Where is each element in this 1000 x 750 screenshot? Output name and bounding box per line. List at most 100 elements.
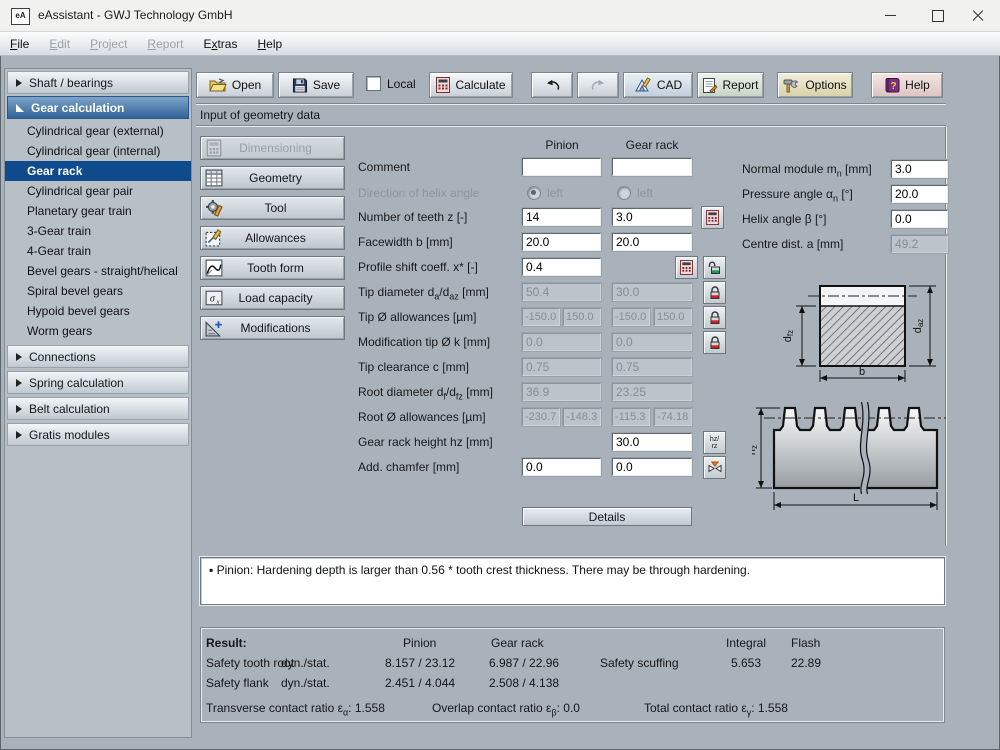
root-allowances-rack-lower-input — [612, 408, 650, 426]
modification-tip-label: Modification tip Ø k [mm] — [358, 335, 491, 349]
svg-text:?: ? — [891, 81, 897, 92]
hz-rz-toggle-button[interactable]: hz/rz — [703, 431, 726, 454]
comment-pinion-input[interactable] — [522, 158, 601, 176]
root-diameter-rack-input — [612, 383, 692, 401]
lock-open-icon — [708, 261, 720, 274]
tip-clearance-rack-input — [612, 358, 692, 376]
pressure-angle-input[interactable] — [891, 185, 948, 203]
collapsed-triangle-icon — [16, 378, 22, 387]
tip-diameter-label: Tip diameter da/daz [mm] — [358, 285, 489, 302]
titlebar[interactable]: eA eAssistant - GWJ Technology GmbH — [0, 0, 1000, 32]
safety-flank-pinion: 2.451 / 4.044 — [385, 676, 456, 690]
modifications-button[interactable]: Modifications — [200, 316, 345, 340]
sidebar-item-cylindrical-gear-pair[interactable]: Cylindrical gear pair — [5, 181, 191, 201]
sidebar-item-3-gear-train[interactable]: 3-Gear train — [5, 221, 191, 241]
app-window: { "window": { "title": "eAssistant - GWJ… — [0, 0, 1000, 750]
help-button[interactable]: ? Help — [871, 72, 943, 98]
teeth-rack-input[interactable] — [612, 208, 692, 226]
cad-icon — [634, 77, 651, 92]
hz-rz-icon: hz/rz — [709, 435, 720, 450]
tip-allowances-lock-button[interactable] — [703, 306, 726, 329]
comment-rack-input[interactable] — [612, 158, 692, 176]
calculate-button[interactable]: Calculate — [429, 72, 513, 98]
tip-allowances-label: Tip Ø allowances [µm] — [358, 310, 477, 324]
sidebar-section-spring-calculation[interactable]: Spring calculation — [7, 371, 189, 394]
save-button[interactable]: Save — [278, 72, 354, 98]
sidebar-item-cylindrical-gear-external[interactable]: Cylindrical gear (external) — [5, 121, 191, 141]
profile-shift-pinion-input[interactable] — [522, 258, 601, 276]
teeth-label: Number of teeth z [-] — [358, 210, 468, 224]
rack-height-input[interactable] — [612, 433, 692, 451]
chamfer-pinion-input[interactable] — [522, 458, 601, 476]
sidebar-section-shaft-bearings[interactable]: Shaft / bearings — [7, 71, 189, 94]
menu-extras[interactable]: Extras — [193, 35, 247, 53]
sidebar-item-planetary-gear-train[interactable]: Planetary gear train — [5, 201, 191, 221]
teeth-calculator-button[interactable] — [701, 206, 724, 229]
chamfer-rack-input[interactable] — [612, 458, 692, 476]
sidebar-item-cylindrical-gear-internal[interactable]: Cylindrical gear (internal) — [5, 141, 191, 161]
tooth-form-icon — [205, 259, 223, 277]
svg-text:x: x — [215, 299, 219, 306]
facewidth-label: Facewidth b [mm] — [358, 235, 453, 249]
allowances-button[interactable]: Allowances — [200, 226, 345, 250]
helix-angle-input[interactable] — [891, 210, 948, 228]
redo-icon — [591, 79, 604, 90]
safety-scuffing-label: Safety scuffing — [600, 656, 679, 670]
svg-text:hz: hz — [752, 445, 759, 455]
menu-file[interactable]: File — [0, 35, 39, 53]
normal-module-label: Normal module mn [mm] — [742, 162, 872, 179]
centre-distance-input — [891, 235, 948, 253]
sidebar-item-spiral-bevel-gears[interactable]: Spiral bevel gears — [5, 281, 191, 301]
tool-icon — [206, 200, 223, 217]
menu-project: Project — [90, 36, 128, 51]
menu-help[interactable]: Help — [247, 35, 292, 53]
geometry-button[interactable]: Geometry — [200, 166, 345, 190]
sidebar-section-gear-calculation[interactable]: Gear calculation — [7, 96, 189, 119]
options-button[interactable]: Options — [777, 72, 853, 98]
sidebar-section-connections[interactable]: Connections — [7, 345, 189, 368]
facewidth-pinion-input[interactable] — [522, 233, 601, 251]
modification-tip-lock-button[interactable] — [703, 331, 726, 354]
teeth-pinion-input[interactable] — [522, 208, 601, 226]
sidebar-item-gear-rack[interactable]: Gear rack — [5, 161, 191, 181]
root-allowances-label: Root Ø allowances [µm] — [358, 410, 486, 424]
sidebar-item-bevel-gears[interactable]: Bevel gears - straight/helical — [5, 261, 191, 281]
normal-module-input[interactable] — [891, 160, 948, 178]
result-col-integral: Integral — [726, 636, 767, 650]
svg-text:dfz: dfz — [782, 330, 795, 342]
load-capacity-button[interactable]: σx Load capacity — [200, 286, 345, 310]
sidebar-item-worm-gears[interactable]: Worm gears — [5, 321, 191, 341]
cad-button[interactable]: CAD — [623, 72, 693, 98]
modification-tip-rack-input — [612, 333, 692, 351]
details-button[interactable]: Details — [522, 507, 692, 526]
sidebar-item-hypoid-bevel-gears[interactable]: Hypoid bevel gears — [5, 301, 191, 321]
local-checkbox[interactable] — [366, 76, 381, 91]
tip-allowances-rack-lower-input — [612, 308, 650, 326]
rack-side-view-diagram: hz L — [752, 401, 946, 510]
profile-shift-calculator-button[interactable] — [675, 256, 698, 279]
tip-diameter-lock-button[interactable] — [703, 281, 726, 304]
profile-shift-unlock-button[interactable] — [703, 256, 726, 279]
maximize-button[interactable] — [916, 0, 960, 31]
rack-cross-section-diagram: dfz daz b — [782, 285, 936, 382]
chamfer-option-button[interactable] — [703, 456, 726, 479]
sidebar-section-belt-calculation[interactable]: Belt calculation — [7, 397, 189, 420]
overlap-contact-ratio: Overlap contact ratio εβ: 0.0 — [432, 701, 580, 718]
sidebar-section-gratis-modules[interactable]: Gratis modules — [7, 423, 189, 446]
column-header-gear-rack: Gear rack — [625, 138, 679, 152]
lock-closed-icon — [710, 310, 719, 324]
chamfer-icon — [708, 461, 721, 472]
tooth-form-button[interactable]: Tooth form — [200, 256, 345, 280]
collapsed-triangle-icon — [16, 404, 22, 413]
undo-button[interactable] — [531, 72, 573, 98]
menu-report: Report — [147, 36, 184, 51]
dimensioning-button: Dimensioning — [200, 136, 345, 160]
tool-button[interactable]: Tool — [200, 196, 345, 220]
menu-edit: Edit — [49, 36, 71, 51]
minimize-button[interactable] — [868, 0, 912, 31]
close-button[interactable] — [956, 0, 1000, 31]
facewidth-rack-input[interactable] — [612, 233, 692, 251]
sidebar-item-4-gear-train[interactable]: 4-Gear train — [5, 241, 191, 261]
report-button[interactable]: Report — [697, 72, 764, 98]
open-button[interactable]: Open — [196, 72, 274, 98]
